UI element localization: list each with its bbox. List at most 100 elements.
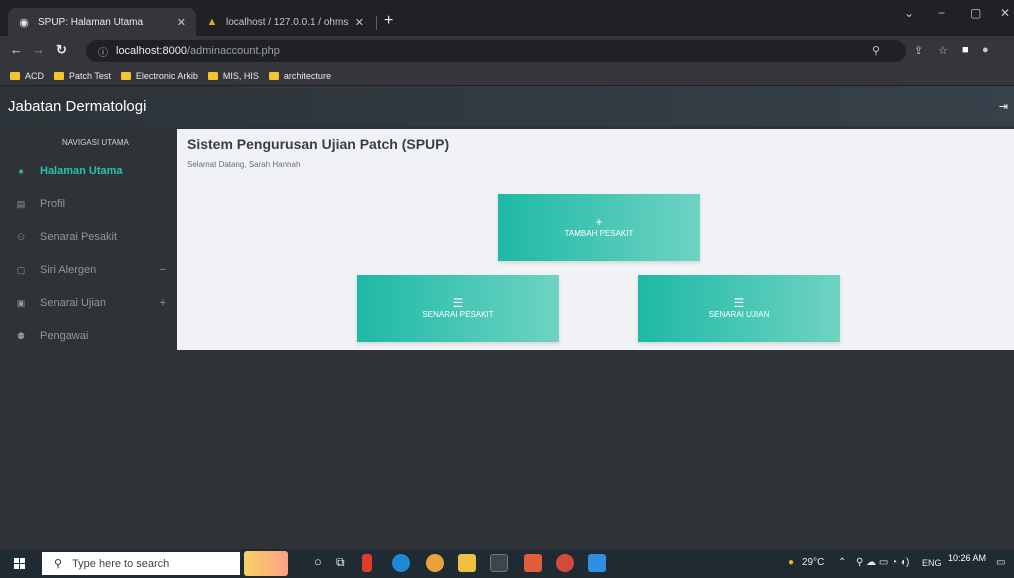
bookmark-label: ACD (25, 70, 45, 81)
weather-temp[interactable]: 29°C (802, 557, 824, 568)
sidebar-item-senarai-pesakit[interactable]: ⚇ Senarai Pesakit (0, 222, 176, 252)
card-label: SENARAI PESAKIT (422, 310, 494, 319)
windows-start-icon[interactable] (14, 558, 25, 569)
site-info-icon[interactable]: ⓘ (98, 44, 108, 59)
close-window-icon[interactable]: ✕ (1000, 6, 1010, 20)
notification-icon[interactable]: ▭ (996, 557, 1005, 568)
tray-overflow-icon[interactable]: ⌃ (838, 557, 846, 568)
bookmark-patch-test[interactable]: Patch Test (54, 71, 111, 81)
taskbar-clock[interactable]: 10:26 AM (948, 553, 986, 564)
logout-icon[interactable]: ⇥ (999, 100, 1008, 113)
welcome-text: Selamat Datang, Sarah Hannah (187, 160, 301, 169)
folder-icon (120, 71, 131, 80)
tab-title: SPUP: Halaman Utama (38, 16, 144, 28)
list-icon: ☰ (452, 296, 464, 310)
home-icon: ♠ (18, 166, 24, 176)
cortana-icon[interactable]: ○ (314, 554, 322, 569)
card-label: SENARAI UJIAN (708, 310, 770, 319)
chrome-active-icon[interactable] (556, 554, 574, 572)
back-icon[interactable]: ← (10, 43, 23, 57)
bookmark-label: architecture (283, 70, 331, 81)
app-icon-office[interactable] (362, 554, 372, 572)
list-icon: ☰ (733, 296, 745, 310)
bookmark-acd[interactable]: ACD (10, 71, 44, 81)
language-indicator[interactable]: ENG (922, 558, 942, 568)
minimize-icon[interactable]: − (938, 6, 945, 20)
share-icon[interactable]: ⇪ (914, 44, 923, 57)
senarai-pesakit-button[interactable]: ☰ SENARAI PESAKIT (357, 275, 559, 342)
sidebar-heading: NAVIGASI UTAMA (62, 138, 129, 147)
sidebar-item-label: Senarai Ujian (40, 297, 107, 309)
tab-phpmyadmin[interactable]: ▲ localhost / 127.0.0.1 / ohmsphp / ✕ (196, 8, 374, 36)
sidebar: NAVIGASI UTAMA ♠ Halaman Utama ▤ Profil … (0, 126, 176, 549)
sidebar-item-siri-alergen[interactable]: ▢ Siri Alergen − (0, 255, 176, 285)
calendar-icon: ▣ (16, 297, 26, 308)
bookmark-mis-his[interactable]: MIS, HIS (207, 70, 259, 81)
profile-avatar-icon[interactable]: ● (982, 44, 989, 56)
user-plus-icon: ⚇ (16, 231, 26, 242)
close-tab-icon[interactable]: ✕ (177, 16, 186, 29)
terminal-icon[interactable] (490, 554, 508, 572)
url-path: /adminaccount.php (186, 45, 280, 57)
sidebar-item-profil[interactable]: ▤ Profil (0, 189, 176, 219)
url-host: localhost:8000 (116, 45, 187, 57)
sidepanel-icon[interactable]: ■ (962, 44, 969, 56)
taskbar-search-input[interactable]: ⚲ Type here to search (42, 552, 240, 575)
bookmark-star-icon[interactable]: ☆ (938, 44, 948, 57)
edge-icon[interactable] (392, 554, 410, 572)
globe-icon: ◉ (19, 16, 29, 29)
collapse-icon[interactable]: − (160, 264, 166, 276)
bookmarks-bar: ACD Patch Test Electronic Arkib MIS, HIS… (0, 66, 1014, 86)
sidebar-item-label: Senarai Pesakit (40, 231, 118, 243)
sidebar-item-label: Halaman Utama (40, 165, 123, 177)
sidebar-item-label: Pengawai (40, 330, 89, 342)
folder-icon (207, 71, 218, 80)
sidebar-item-pengawai[interactable]: ⚉ Pengawai (0, 321, 176, 351)
tab-title: localhost / 127.0.0.1 / ohmsphp / (226, 16, 349, 28)
users-icon: ⚉ (16, 330, 26, 341)
new-tab-icon[interactable]: + (384, 12, 393, 30)
id-card-icon: ▤ (16, 198, 26, 209)
sidebar-item-label: Profil (40, 198, 66, 210)
bookmark-label: Patch Test (69, 70, 111, 81)
reload-icon[interactable]: ↻ (56, 43, 67, 57)
bookmark-electronic-arkib[interactable]: Electronic Arkib (120, 70, 198, 81)
plus-icon: + (595, 215, 603, 229)
xampp-icon[interactable] (524, 554, 542, 572)
file-explorer-icon[interactable] (458, 554, 476, 572)
bookmark-architecture[interactable]: architecture (268, 70, 331, 81)
search-placeholder: Type here to search (72, 557, 170, 570)
windows-taskbar: ⚲ Type here to search ○ ⧉ ● 29°C ⌃ ⚲ ☁ ▭… (0, 549, 1014, 578)
zoom-icon[interactable]: ⚲ (872, 44, 880, 57)
task-view-icon[interactable]: ⧉ (336, 555, 345, 570)
tab-search-icon[interactable]: ⌄ (904, 6, 914, 20)
vscode-icon[interactable] (588, 554, 606, 572)
card-label: TAMBAH PESAKIT (564, 229, 634, 238)
clock-time: 10:26 AM (948, 553, 987, 563)
bookmark-label: MIS, HIS (222, 70, 259, 81)
close-tab-icon[interactable]: ✕ (355, 16, 364, 29)
address-bar[interactable]: ⓘ localhost:8000 /adminaccount.php (86, 40, 906, 62)
search-highlight-image[interactable] (244, 551, 288, 576)
folder-icon (268, 71, 279, 80)
tab-spup[interactable]: ◉ SPUP: Halaman Utama ✕ (8, 8, 196, 36)
weather-icon[interactable]: ● (788, 557, 794, 568)
app-brand[interactable]: Jabatan Dermatologi (8, 98, 146, 115)
tambah-pesakit-button[interactable]: + TAMBAH PESAKIT (498, 194, 700, 261)
tray-icons[interactable]: ⚲ ☁ ▭ ◔ ◖) (856, 557, 909, 568)
senarai-ujian-button[interactable]: ☰ SENARAI UJIAN (638, 275, 840, 342)
phpmyadmin-icon: ▲ (206, 16, 218, 28)
expand-icon[interactable]: + (160, 297, 166, 309)
dashboard-panel: Sistem Pengurusan Ujian Patch (SPUP) Sel… (177, 129, 1014, 350)
clipboard-icon: ▢ (16, 264, 26, 275)
sidebar-item-senarai-ujian[interactable]: ▣ Senarai Ujian + (0, 288, 176, 318)
chrome-icon[interactable] (426, 554, 444, 572)
forward-icon[interactable]: → (32, 43, 45, 57)
folder-icon (10, 71, 20, 80)
maximize-icon[interactable]: ▢ (970, 6, 981, 20)
sidebar-item-label: Siri Alergen (40, 264, 97, 276)
page-title: Sistem Pengurusan Ujian Patch (SPUP) (187, 136, 450, 152)
folder-icon (54, 71, 65, 80)
sidebar-item-halaman-utama[interactable]: ♠ Halaman Utama (0, 156, 176, 186)
bookmark-label: Electronic Arkib (135, 70, 198, 81)
